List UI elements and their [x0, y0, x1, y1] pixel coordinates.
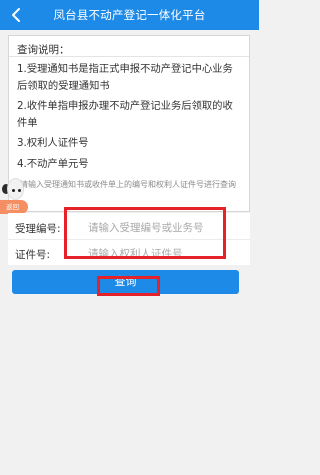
feedback-button[interactable]: 返回	[0, 200, 28, 214]
id-number-input[interactable]	[88, 245, 238, 263]
instruction-item: 3.权利人证件号	[17, 137, 89, 149]
instruction-item: 1.受理通知书是指正式申报不动产登记中心业务后领取的受理通知书	[17, 63, 233, 92]
instructions-heading: 查询说明：	[9, 36, 249, 57]
acceptance-number-row: 受理编号:	[8, 215, 250, 240]
query-hint: 请输入受理通知书或收件单上的编号和权利人证件号进行查询	[20, 180, 236, 189]
id-number-label: 证件号:	[15, 249, 51, 261]
instructions-list: 1.受理通知书是指正式申报不动产登记中心业务后领取的受理通知书 2.收件单指申报…	[9, 57, 249, 172]
acceptance-number-label: 受理编号:	[15, 223, 61, 235]
instruction-item: 2.收件单指申报办理不动产登记业务后领取的收件单	[17, 100, 233, 129]
query-button[interactable]: 查询	[12, 270, 239, 294]
acceptance-number-input[interactable]	[88, 219, 238, 237]
query-form: 受理编号: 证件号:	[8, 213, 250, 265]
top-bar: 凤台县不动产登记一体化平台	[0, 0, 259, 30]
page-title: 凤台县不动产登记一体化平台	[53, 8, 206, 22]
id-number-row: 证件号:	[8, 241, 250, 266]
instruction-item: 4.不动产单元号	[17, 157, 89, 170]
